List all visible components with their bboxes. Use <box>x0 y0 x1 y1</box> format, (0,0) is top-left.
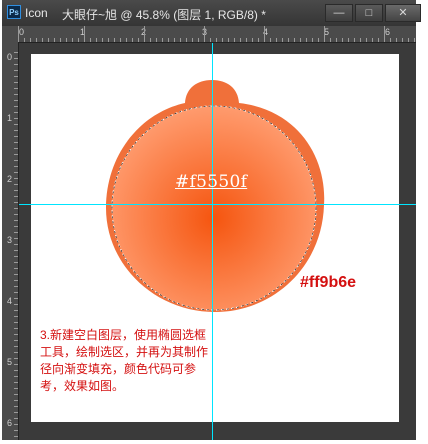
outer-color-label: #ff9b6e <box>300 274 357 291</box>
icon-inner-circle <box>112 106 316 310</box>
vertical-guide[interactable] <box>212 43 213 440</box>
instruction-text: 3.新建空白图层，使用椭圆选框工具，绘制选区，并再为其制作径向渐变填充，颜色代码… <box>40 328 209 393</box>
horizontal-guide[interactable] <box>19 204 416 205</box>
center-color-label: #f5550f <box>175 172 248 192</box>
